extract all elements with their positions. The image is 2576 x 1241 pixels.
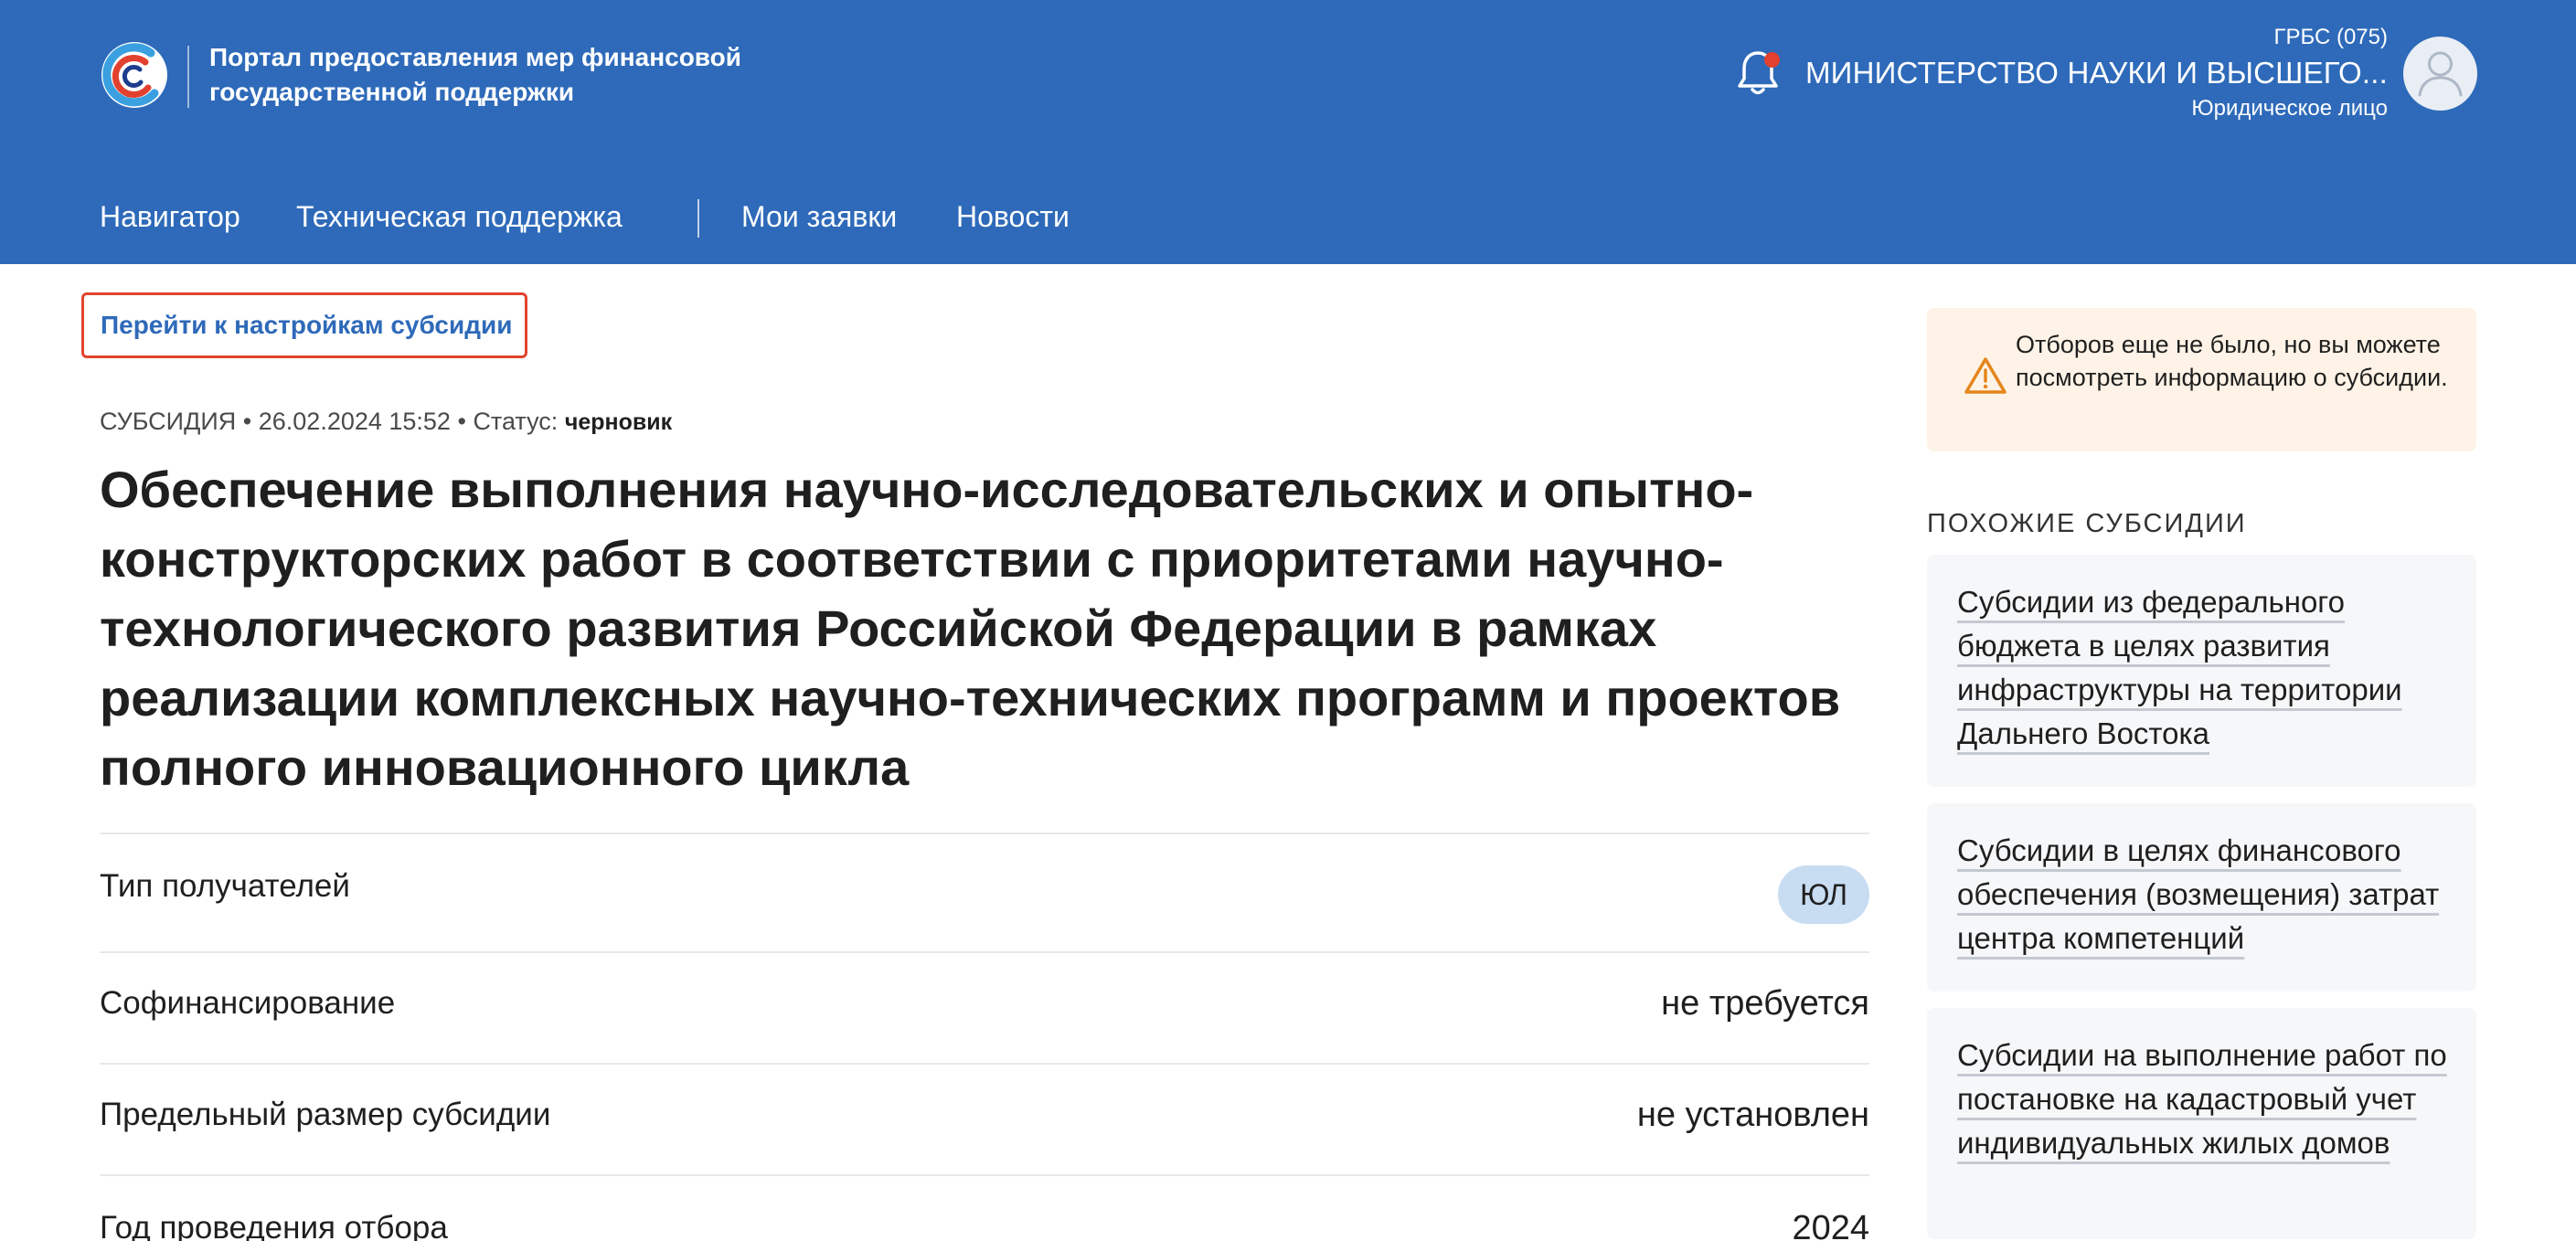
- user-grbs: ГРБС (075): [2273, 25, 2388, 49]
- user-organization: МИНИСТЕРСТВО НАУКИ И ВЫСШЕГО...: [1804, 56, 2388, 90]
- similar-subsidies-title: ПОХОЖИЕ СУБСИДИИ: [1927, 509, 2247, 538]
- meta-status-label: Статус:: [473, 408, 559, 435]
- meta-bullet: •: [457, 408, 474, 435]
- user-block[interactable]: ГРБС (075) МИНИСТЕРСТВО НАУКИ И ВЫСШЕГО.…: [1748, 22, 2388, 124]
- avatar[interactable]: [2403, 37, 2477, 111]
- nav-item-my-applications[interactable]: Мои заявки: [741, 194, 897, 239]
- page-title: Обеспечение выполнения научно-исследоват…: [100, 461, 1841, 796]
- similar-subsidy-link[interactable]: Субсидии на выполнение работ по постанов…: [1957, 1034, 2451, 1165]
- similar-subsidy-card[interactable]: Субсидии в целях финансового обеспечения…: [1927, 803, 2476, 992]
- detail-row-recipient-type: Тип получателей ЮЛ: [100, 833, 1869, 953]
- detail-label: Тип получателей: [100, 868, 350, 904]
- status-badge: черновик: [564, 409, 673, 435]
- user-type: Юридическое лицо: [2191, 96, 2388, 121]
- recipient-type-badge: ЮЛ: [1778, 865, 1869, 924]
- portal-name[interactable]: Портал предоставления мер финансовой гос…: [209, 40, 794, 110]
- logo-divider: [187, 46, 189, 108]
- nav-item-navigator[interactable]: Навигатор: [100, 194, 240, 239]
- detail-row-cofinancing: Софинансирование не требуется: [100, 951, 1869, 1065]
- nav-item-support[interactable]: Техническая поддержка: [296, 194, 623, 239]
- meta-type: СУБСИДИЯ: [100, 408, 237, 435]
- similar-subsidy-card[interactable]: Субсидии из федерального бюджета в целях…: [1927, 555, 2476, 787]
- detail-label: Софинансирование: [100, 985, 396, 1021]
- meta-date: 26.02.2024 15:52: [258, 408, 451, 435]
- user-avatar-icon: [2418, 51, 2463, 97]
- portal-logo-icon[interactable]: [98, 40, 173, 110]
- notice-text: Отборов еще не было, но вы можете посмот…: [2016, 331, 2448, 391]
- detail-value: не установлен: [1636, 1096, 1869, 1134]
- meta-bullet: •: [242, 408, 259, 435]
- similar-subsidy-card[interactable]: Субсидии на выполнение работ по постанов…: [1927, 1008, 2476, 1239]
- nav-separator: [697, 199, 699, 238]
- nav-item-news[interactable]: Новости: [956, 194, 1070, 239]
- warning-icon: [1964, 357, 2007, 394]
- detail-row-selection-year: Год проведения отбора 2024: [100, 1174, 1869, 1241]
- no-selections-notice: Отборов еще не было, но вы можете посмот…: [1927, 308, 2476, 451]
- detail-value: 2024: [1792, 1209, 1869, 1241]
- detail-value: не требуется: [1661, 984, 1869, 1023]
- detail-row-max-amount: Предельный размер субсидии не установлен: [100, 1063, 1869, 1176]
- subsidy-settings-link[interactable]: Перейти к настройкам субсидии: [81, 292, 527, 358]
- detail-label: Год проведения отбора: [100, 1210, 448, 1241]
- header: Портал предоставления мер финансовой гос…: [0, 0, 2576, 264]
- similar-subsidy-link[interactable]: Субсидии из федерального бюджета в целях…: [1957, 580, 2451, 756]
- detail-label: Предельный размер субсидии: [100, 1097, 551, 1132]
- similar-subsidy-link[interactable]: Субсидии в целях финансового обеспечения…: [1957, 829, 2451, 960]
- subsidy-meta: СУБСИДИЯ • 26.02.2024 15:52 • Статус: че…: [100, 402, 672, 441]
